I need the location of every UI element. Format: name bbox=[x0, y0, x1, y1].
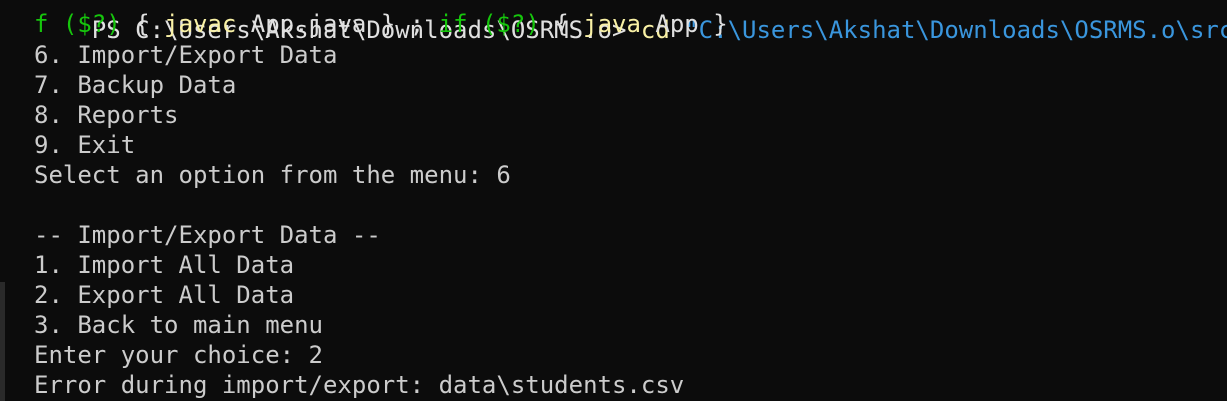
menu-item-import-export: 6. Import/Export Data bbox=[34, 41, 338, 69]
condition: ($?) bbox=[62, 10, 121, 38]
cd-path: "C:\Users\Akshat\Downloads\OSRMS.o\src\" bbox=[684, 16, 1227, 44]
if-keyword: f bbox=[34, 10, 49, 38]
terminal-window[interactable]: PS C:\Users\Akshat\Downloads\OSRMS.o> cd… bbox=[0, 0, 1227, 401]
menu-item-reports: 8. Reports bbox=[34, 101, 179, 129]
submenu-item-export: 2. Export All Data bbox=[34, 281, 295, 309]
choice-prompt: Enter your choice: 2 bbox=[34, 341, 323, 369]
error-message: Error during import/export: data\student… bbox=[34, 371, 685, 399]
scrollbar-gutter[interactable] bbox=[0, 282, 5, 401]
javac-command: javac bbox=[164, 10, 237, 38]
java-command: java bbox=[583, 10, 641, 38]
javac-arg: App.java bbox=[250, 10, 367, 38]
java-arg: App bbox=[655, 10, 699, 38]
brace: { bbox=[554, 10, 569, 38]
menu-item-backup: 7. Backup Data bbox=[34, 71, 237, 99]
brace: } bbox=[713, 10, 728, 38]
submenu-header: -- Import/Export Data -- bbox=[34, 221, 381, 249]
separator: ; bbox=[409, 10, 425, 38]
menu-item-exit: 9. Exit bbox=[34, 131, 136, 159]
brace: } bbox=[380, 10, 396, 38]
condition: ($?) bbox=[481, 10, 540, 38]
menu-prompt: Select an option from the menu: 6 bbox=[34, 161, 511, 189]
brace: { bbox=[135, 10, 150, 38]
if-keyword: if bbox=[438, 10, 468, 38]
command-line: f ($?) { javac App.java } ; if ($?) { ja… bbox=[34, 9, 728, 39]
submenu-item-back: 3. Back to main menu bbox=[34, 311, 323, 339]
submenu-item-import: 1. Import All Data bbox=[34, 251, 295, 279]
